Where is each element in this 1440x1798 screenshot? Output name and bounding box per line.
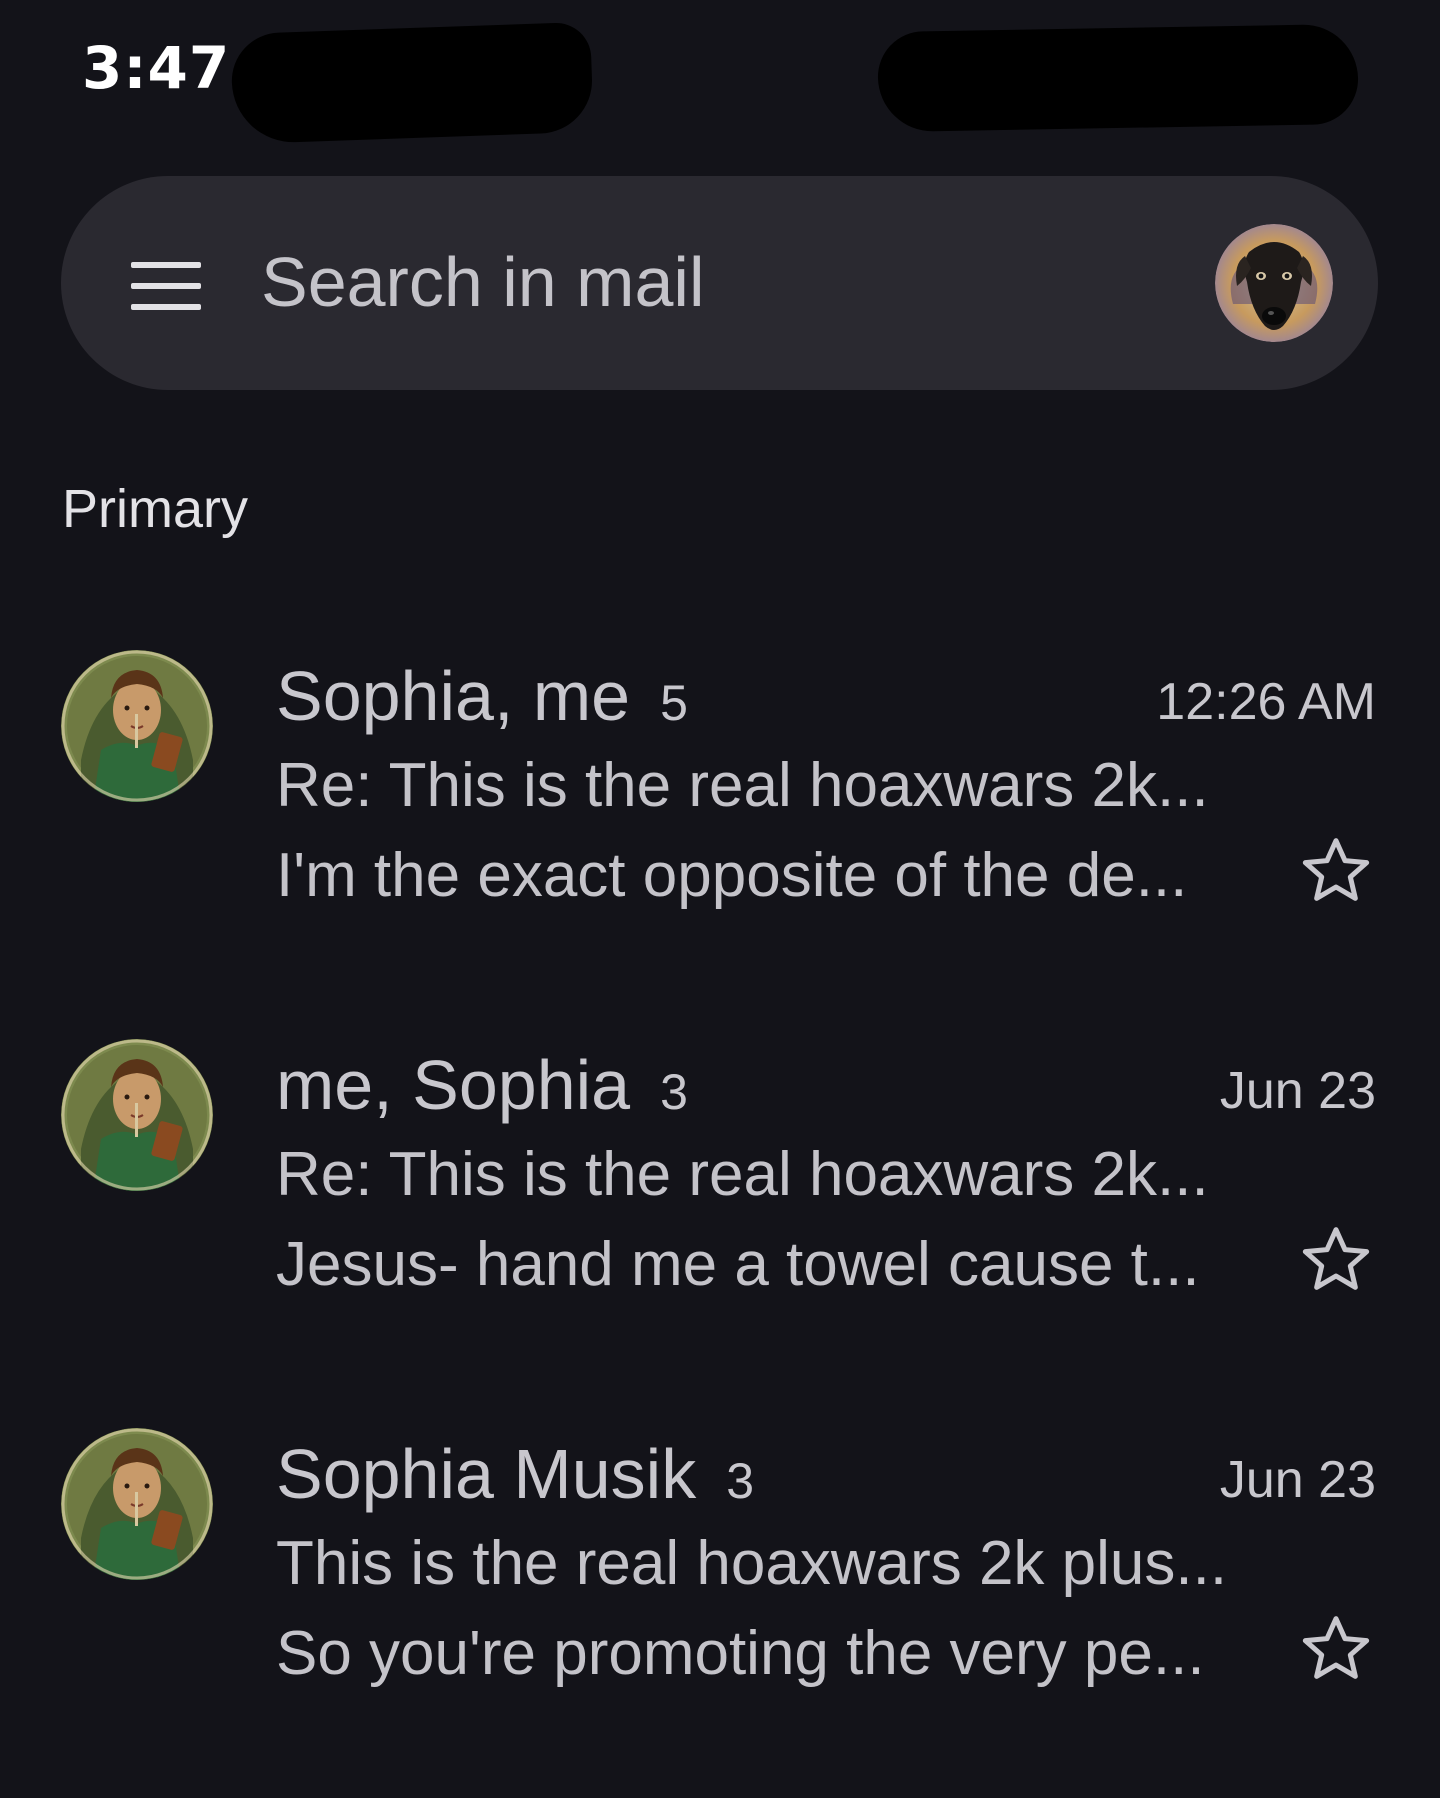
sender-names: me, Sophia 3 xyxy=(276,1045,688,1125)
menu-icon[interactable] xyxy=(131,262,201,310)
sender-names-text: me, Sophia xyxy=(276,1046,631,1124)
thread-count: 3 xyxy=(726,1453,755,1509)
redacted-status-left xyxy=(230,21,594,145)
status-bar: 3:47 xyxy=(0,0,1440,150)
mail-thread[interactable]: me, Sophia 3 Jun 23 Re: This is the real … xyxy=(0,989,1440,1378)
sender-avatar[interactable] xyxy=(61,1428,213,1580)
mail-subject: This is the real hoaxwars 2k plus... xyxy=(276,1529,1228,1598)
mail-date: 12:26 AM xyxy=(1156,673,1376,731)
mail-thread[interactable]: Sophia Musik 3 Jun 23 This is the real ho… xyxy=(0,1378,1440,1767)
star-icon[interactable] xyxy=(1296,832,1376,912)
status-time: 3:47 xyxy=(82,34,231,102)
mail-date: Jun 23 xyxy=(1219,1062,1376,1120)
sender-names: Sophia, me 5 xyxy=(276,656,688,736)
thread-count: 3 xyxy=(660,1064,688,1120)
section-label-primary: Primary xyxy=(62,479,248,539)
search-bar[interactable]: Search in mail xyxy=(61,176,1378,390)
star-icon[interactable] xyxy=(1296,1610,1376,1690)
account-avatar[interactable] xyxy=(1215,224,1333,342)
redacted-status-right xyxy=(877,23,1359,133)
sender-avatar[interactable] xyxy=(61,650,213,802)
sender-names: Sophia Musik 3 xyxy=(276,1434,754,1514)
sender-names-text: Sophia, me xyxy=(276,657,631,735)
mail-subject: Re: This is the real hoaxwars 2k... xyxy=(276,751,1209,820)
sender-names-text: Sophia Musik xyxy=(276,1435,697,1513)
mail-snippet: Jesus- hand me a towel cause t... xyxy=(276,1230,1200,1299)
search-input[interactable]: Search in mail xyxy=(261,242,705,322)
mail-date: Jun 23 xyxy=(1219,1451,1376,1509)
mail-subject: Re: This is the real hoaxwars 2k... xyxy=(276,1140,1209,1209)
mail-thread[interactable]: Sophia, me 5 12:26 AM Re: This is the rea… xyxy=(0,600,1440,989)
sender-avatar[interactable] xyxy=(61,1039,213,1191)
thread-count: 5 xyxy=(660,675,688,731)
mail-snippet: I'm the exact opposite of the de... xyxy=(276,841,1188,910)
mail-snippet: So you're promoting the very pe... xyxy=(276,1619,1205,1688)
mail-list: Sophia, me 5 12:26 AM Re: This is the rea… xyxy=(0,600,1440,1767)
star-icon[interactable] xyxy=(1296,1221,1376,1301)
